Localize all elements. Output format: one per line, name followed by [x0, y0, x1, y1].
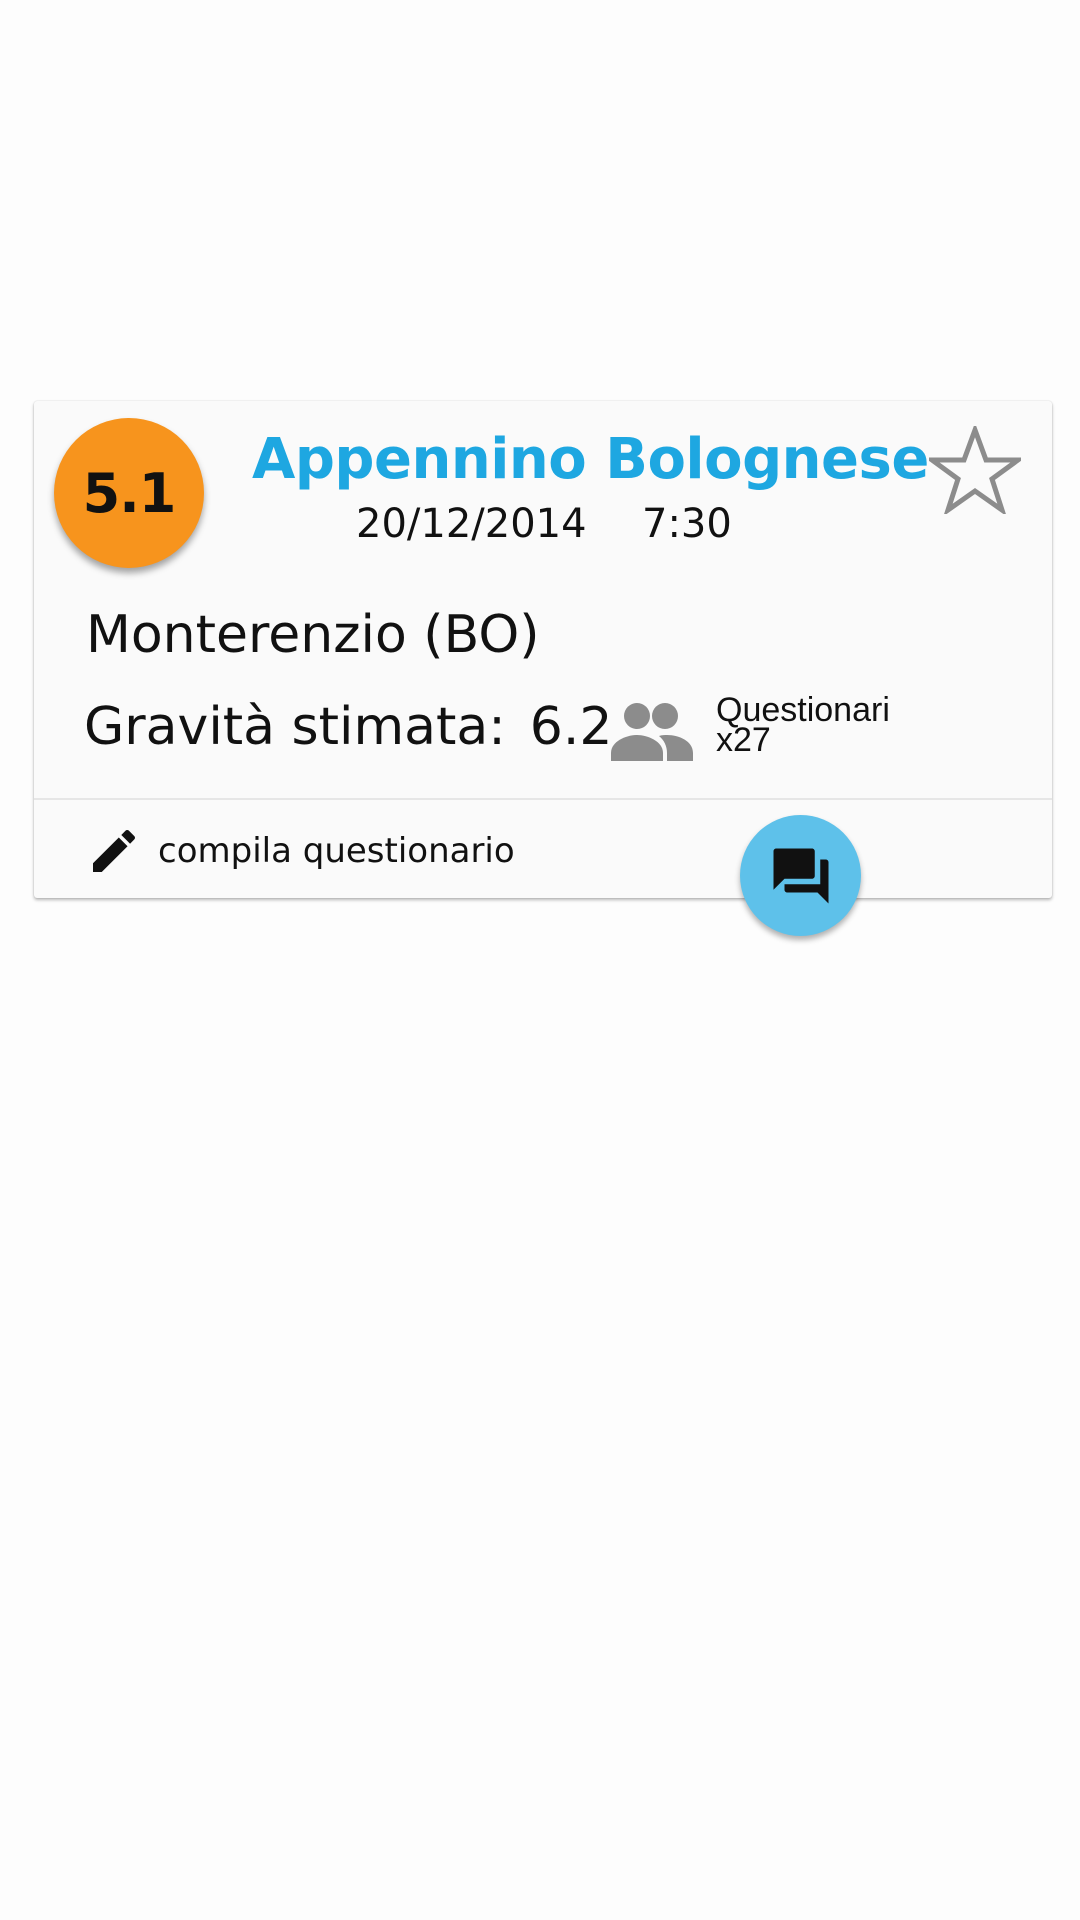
fill-questionnaire-button[interactable]: compila questionario	[86, 821, 515, 881]
fill-questionnaire-label: compila questionario	[158, 831, 515, 871]
forum-icon	[773, 848, 828, 903]
gravity-label: Gravità stimata:	[84, 697, 506, 757]
star-outline-icon	[929, 426, 1021, 514]
questionnaires-number: x27	[716, 721, 771, 759]
screen: 5.1 Appennino Bolognese 20/12/2014 7:30 …	[0, 0, 1080, 1920]
pencil-icon	[93, 829, 136, 872]
card-divider	[34, 798, 1052, 800]
estimated-gravity: Gravità stimata: 6.2	[84, 697, 612, 757]
earthquake-card[interactable]: 5.1 Appennino Bolognese 20/12/2014 7:30 …	[34, 401, 1052, 898]
event-date: 20/12/2014	[356, 501, 587, 547]
magnitude-badge: 5.1	[54, 418, 204, 568]
gravity-value: 6.2	[529, 697, 613, 757]
region-title: Appennino Bolognese	[252, 427, 929, 492]
favorite-button[interactable]	[926, 423, 1024, 517]
location: Monterenzio (BO)	[86, 605, 540, 665]
questionnaires-count: Questionari x27	[716, 693, 890, 759]
magnitude-value: 5.1	[82, 461, 177, 525]
event-time: 7:30	[642, 501, 732, 547]
people-icon	[611, 703, 693, 761]
chat-fab-button[interactable]	[740, 815, 861, 936]
